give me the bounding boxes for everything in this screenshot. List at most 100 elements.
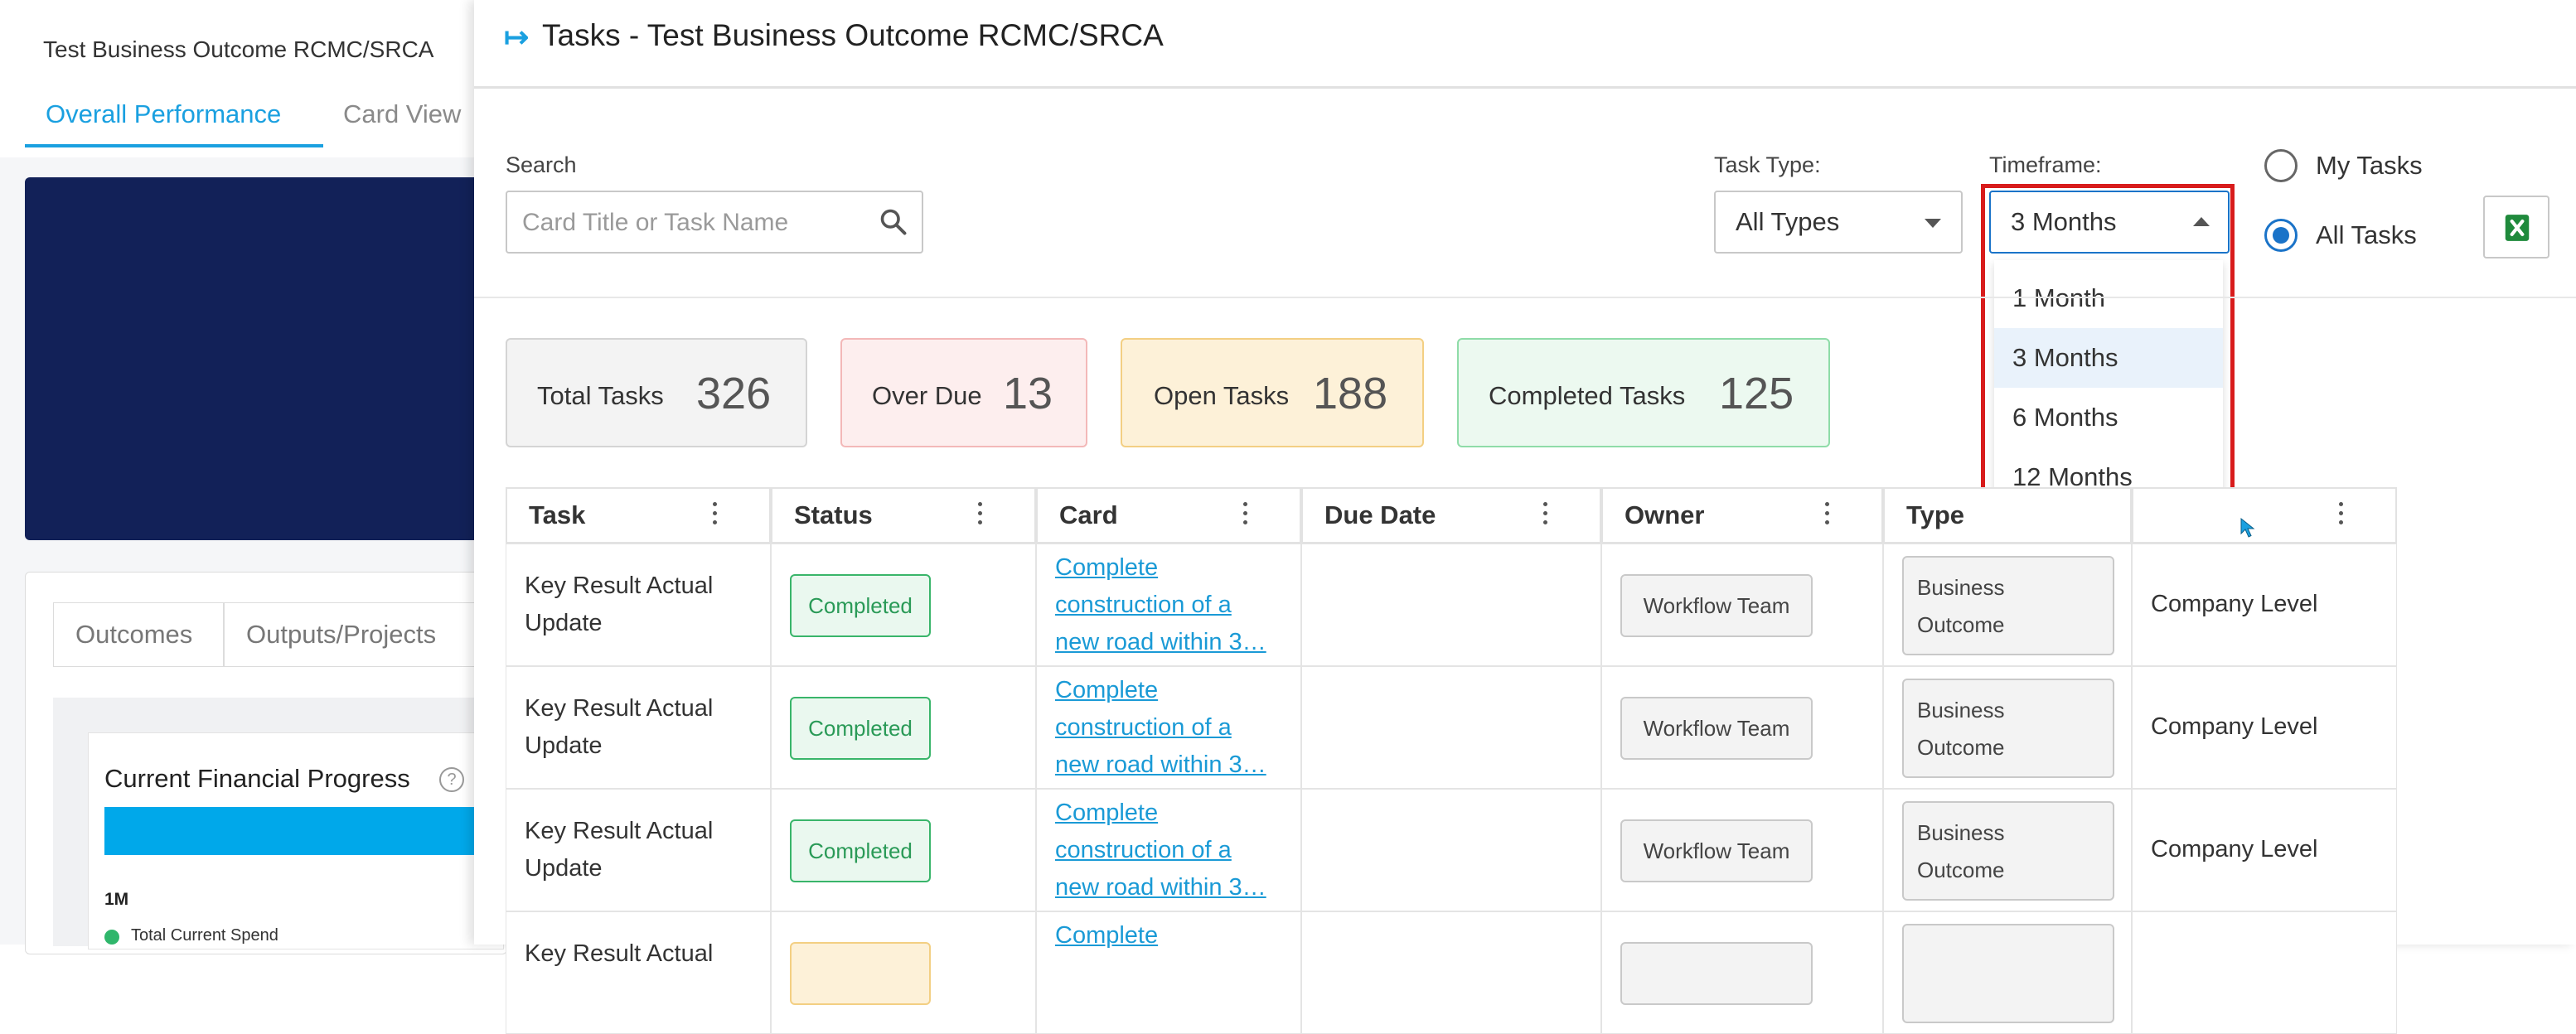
task-name: Key Result Actual [525,935,713,973]
owner-chip: Workflow Team [1620,819,1813,882]
timeframe-option-6-months[interactable]: 6 Months [1994,388,2223,447]
timeframe-value: 3 Months [2011,207,2117,236]
type-chip: Business Outcome [1902,556,2114,655]
summary-banner [25,177,506,540]
card-link-line[interactable]: Complete [1055,795,1266,832]
drawer-title: Tasks - Test Business Outcome RCMC/SRCA [542,18,1164,52]
card-link[interactable]: Complete construction of a new road within… [1055,795,1266,906]
card-link-line[interactable]: construction of a [1055,832,1266,869]
card-link-line[interactable]: Complete [1055,549,1266,587]
column-menu-icon[interactable] [978,502,983,527]
stat-over-due[interactable]: Over Due 13 [840,338,1087,447]
card-link-line[interactable]: new road within 3… [1055,747,1266,784]
table-cell-owner [1601,911,1883,1034]
tasks-drawer: ↦ Tasks - Test Business Outcome RCMC/SRC… [474,0,2576,1034]
table-cell-task: Key Result Actual Update [506,544,771,666]
subtab-outputs-projects[interactable]: Outputs/Projects [224,602,497,667]
radio-all-tasks[interactable] [2264,219,2298,252]
column-menu-icon[interactable] [713,502,718,527]
card-link-line[interactable]: Complete [1055,672,1266,709]
stat-total-tasks[interactable]: Total Tasks 326 [506,338,807,447]
search-icon[interactable] [879,207,908,237]
legend-label: Total Current Spend [131,926,278,945]
search-input[interactable] [521,192,839,254]
card-link-line[interactable]: Complete [1055,917,1158,954]
background-header [0,0,497,157]
table-cell-level: Company Level [2132,789,2397,911]
table-cell-type: Business Outcome [1883,789,2132,911]
timeframe-select[interactable]: 3 Months [1989,191,2230,254]
card-link[interactable]: Complete [1055,917,1158,954]
card-link-line[interactable]: new road within 3… [1055,869,1266,906]
task-name: Key Result Actual Update [525,568,713,642]
card-link-line[interactable]: construction of a [1055,587,1266,624]
task-name: Key Result Actual Update [525,690,713,765]
search-label: Search [506,152,577,177]
excel-icon [2505,215,2530,241]
type-chip-line: Outcome [1917,735,2005,760]
owner-chip [1620,942,1813,1005]
status-badge [790,942,931,1005]
card-link[interactable]: Complete construction of a new road within… [1055,672,1266,784]
stat-value: 188 [1313,369,1388,418]
task-name-line: Update [525,732,603,759]
help-icon[interactable]: ? [439,767,464,792]
card-link-line[interactable]: construction of a [1055,709,1266,747]
timeframe-option-1-month[interactable]: 1 Month [1994,268,2223,328]
card-link-line[interactable]: new road within 3… [1055,624,1266,661]
stat-value: 13 [1003,369,1053,418]
table-cell-due [1301,544,1601,666]
column-header-label: Status [794,500,873,529]
stat-completed-tasks[interactable]: Completed Tasks 125 [1457,338,1830,447]
column-menu-icon[interactable] [1543,502,1548,527]
status-badge: Completed [790,819,931,882]
export-excel-button[interactable] [2483,196,2549,258]
search-box [506,191,923,254]
table-cell-level [2132,911,2397,1034]
column-header-status[interactable]: Status [771,487,1036,544]
column-header-owner[interactable]: Owner [1601,487,1883,544]
level-text: Company Level [2151,836,2318,862]
table-cell-owner: Workflow Team [1601,789,1883,911]
chevron-up-icon [2193,217,2210,226]
column-menu-icon[interactable] [2339,502,2344,527]
type-chip-line: Business [1917,698,2005,722]
table-cell-due [1301,666,1601,789]
type-chip-line: Business [1917,575,2005,600]
collapse-drawer-icon[interactable]: ↦ [504,20,529,55]
financial-progress-bar [104,807,502,855]
column-header-due-date[interactable]: Due Date [1301,487,1601,544]
level-text: Company Level [2151,713,2318,740]
task-type-select[interactable]: All Types [1714,191,1963,254]
table-cell-level: Company Level [2132,544,2397,666]
type-chip: Business Outcome [1902,679,2114,778]
column-menu-icon[interactable] [1825,502,1830,527]
radio-my-tasks[interactable] [2264,149,2298,182]
stat-open-tasks[interactable]: Open Tasks 188 [1121,338,1424,447]
table-cell-card: Complete construction of a new road within… [1036,544,1301,666]
column-header-task[interactable]: Task [506,487,771,544]
type-chip-line: Outcome [1917,858,2005,882]
table-cell-type: Business Outcome [1883,666,2132,789]
owner-chip: Workflow Team [1620,697,1813,760]
timeframe-option-3-months[interactable]: 3 Months [1994,328,2223,388]
card-link[interactable]: Complete construction of a new road within… [1055,549,1266,661]
scale-label: 1M [104,890,129,909]
column-header-level[interactable] [2132,487,2397,544]
active-tab-underline [25,144,323,147]
column-header-type[interactable]: Type [1883,487,2132,544]
table-cell-owner: Workflow Team [1601,666,1883,789]
subtab-outcomes[interactable]: Outcomes [53,602,224,667]
table-cell-card: Complete construction of a new road within… [1036,789,1301,911]
column-header-label: Due Date [1324,500,1436,529]
task-name-line: Key Result Actual [525,818,714,844]
column-menu-icon[interactable] [1243,502,1248,527]
radio-my-tasks-label[interactable]: My Tasks [2316,151,2423,181]
status-badge: Completed [790,574,931,637]
tab-card-view[interactable]: Card View [343,99,461,129]
table-cell-status: Completed [771,789,1036,911]
owner-chip: Workflow Team [1620,574,1813,637]
tab-overall-performance[interactable]: Overall Performance [46,99,281,129]
column-header-card[interactable]: Card [1036,487,1301,544]
radio-all-tasks-label[interactable]: All Tasks [2316,220,2417,250]
